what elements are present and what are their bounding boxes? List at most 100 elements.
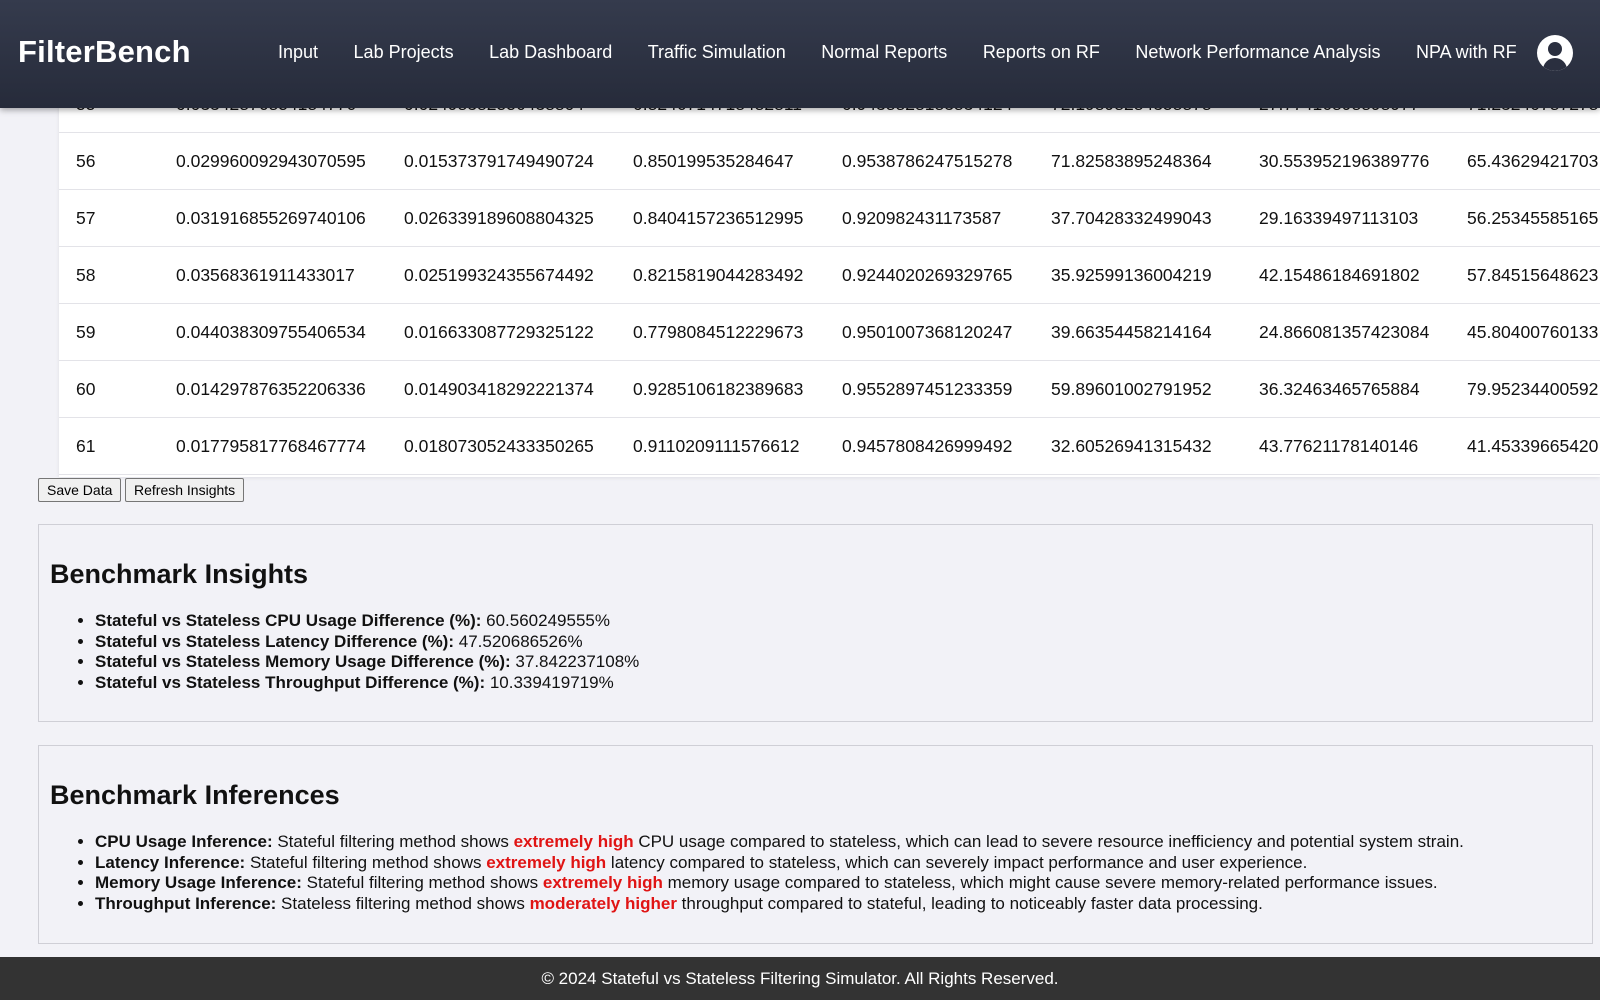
inference-item: CPU Usage Inference: Stateful filtering … bbox=[95, 832, 1464, 853]
inference-highlight: moderately higher bbox=[529, 893, 677, 913]
inference-label: Throughput Inference: bbox=[95, 893, 277, 913]
insight-value: 60.560249555% bbox=[481, 611, 610, 630]
table-row: 61 0.017795817768467774 0.01807305243335… bbox=[59, 418, 1600, 475]
table-cell: 0.9501007368120247 bbox=[842, 322, 1013, 342]
nav-item-network-performance-analysis[interactable]: Network Performance Analysis bbox=[1135, 42, 1380, 63]
table-cell: 0.025199324355674492 bbox=[404, 265, 594, 285]
inference-text: CPU usage compared to stateless, which c… bbox=[633, 832, 1464, 851]
insight-value: 10.339419719% bbox=[485, 672, 614, 692]
table-cell: 0.015373791749490724 bbox=[404, 151, 594, 171]
nav-item-lab-projects[interactable]: Lab Projects bbox=[354, 42, 454, 63]
inferences-list: CPU Usage Inference: Stateful filtering … bbox=[95, 832, 1464, 914]
user-circle-icon[interactable] bbox=[1537, 35, 1573, 71]
table-cell: 45.80400760133 bbox=[1467, 322, 1599, 342]
table-cell: 57.84515648623 bbox=[1467, 265, 1599, 285]
nav-links: Input Lab Projects Lab Dashboard Traffic… bbox=[278, 42, 1552, 63]
table-cell: 0.9110209111576612 bbox=[633, 436, 800, 456]
inferences-panel: Benchmark Inferences CPU Usage Inference… bbox=[38, 745, 1593, 944]
top-navbar: FilterBench Input Lab Projects Lab Dashb… bbox=[0, 0, 1600, 108]
nav-item-lab-dashboard[interactable]: Lab Dashboard bbox=[489, 42, 612, 63]
table-cell: 36.32463465765884 bbox=[1259, 379, 1420, 399]
table-cell: 42.15486184691802 bbox=[1259, 265, 1420, 285]
inference-item: Latency Inference: Stateful filtering me… bbox=[95, 853, 1464, 874]
insight-label: Stateful vs Stateless CPU Usage Differen… bbox=[95, 611, 482, 630]
inferences-title: Benchmark Inferences bbox=[50, 780, 340, 810]
table-row: 57 0.031916855269740106 0.02633918960880… bbox=[59, 190, 1600, 247]
table-cell: 59 bbox=[76, 322, 96, 342]
user-icon-head bbox=[1548, 42, 1562, 56]
inference-highlight: extremely high bbox=[542, 873, 663, 892]
table-cell: 41.45339665420 bbox=[1467, 436, 1599, 456]
insight-label: Stateful vs Stateless Latency Difference… bbox=[95, 631, 455, 651]
inference-item: Throughput Inference: Stateless filterin… bbox=[95, 894, 1464, 915]
table-cell: 0.016633087729325122 bbox=[404, 322, 594, 342]
table-row: 60 0.014297876352206336 0.01490341829222… bbox=[59, 361, 1600, 418]
table-cell: 0.03568361911433017 bbox=[176, 265, 355, 285]
table-cell: 61 bbox=[76, 436, 96, 456]
nav-item-normal-reports[interactable]: Normal Reports bbox=[821, 42, 947, 63]
nav-item-npa-with-rf[interactable]: NPA with RF bbox=[1416, 42, 1517, 63]
inference-text: Stateful filtering method shows bbox=[245, 852, 487, 872]
table-cell: 43.77621178140146 bbox=[1259, 436, 1419, 456]
table-row: 58 0.03568361911433017 0.025199324355674… bbox=[59, 247, 1600, 304]
insight-value: 47.520686526% bbox=[454, 631, 583, 651]
table-cell: 0.031916855269740106 bbox=[176, 208, 366, 228]
table-cell: 0.018073052433350265 bbox=[404, 436, 594, 456]
table-cell: 29.16339497113103 bbox=[1259, 208, 1419, 228]
inference-text: Stateful filtering method shows bbox=[272, 832, 514, 851]
table-row: 59 0.044038309755406534 0.01663308772932… bbox=[59, 304, 1600, 361]
table-cell: 30.553952196389776 bbox=[1259, 151, 1430, 171]
table-cell: 0.9285106182389683 bbox=[633, 379, 804, 399]
table-cell: 56.25345585165 bbox=[1467, 208, 1599, 228]
insights-panel: Benchmark Insights Stateful vs Stateless… bbox=[38, 524, 1593, 722]
table-cell: 71.82583895248364 bbox=[1051, 151, 1212, 171]
inference-label: Latency Inference: bbox=[95, 852, 246, 872]
insight-item: Stateful vs Stateless Memory Usage Diffe… bbox=[95, 652, 639, 673]
insight-value: 37.842237108% bbox=[510, 652, 640, 671]
inference-highlight: extremely high bbox=[486, 852, 607, 872]
refresh-insights-button[interactable]: Refresh Insights bbox=[125, 478, 245, 502]
brand-logo[interactable]: FilterBench bbox=[18, 34, 191, 70]
nav-item-input[interactable]: Input bbox=[278, 42, 318, 63]
insight-label: Stateful vs Stateless Memory Usage Diffe… bbox=[95, 652, 511, 671]
nav-item-reports-on-rf[interactable]: Reports on RF bbox=[983, 42, 1100, 63]
inference-text: memory usage compared to stateless, whic… bbox=[662, 873, 1438, 892]
table-cell: 0.8215819044283492 bbox=[633, 265, 804, 285]
inference-label: Memory Usage Inference: bbox=[95, 873, 302, 892]
insights-title: Benchmark Insights bbox=[50, 559, 309, 589]
user-icon-body bbox=[1543, 58, 1567, 71]
table-cell: 60 bbox=[76, 379, 96, 399]
inference-highlight: extremely high bbox=[513, 832, 634, 851]
table-cell: 0.9552897451233359 bbox=[842, 379, 1013, 399]
results-table: 55 0.03342876854184776 0.024983825564388… bbox=[59, 76, 1600, 477]
table-cell: 56 bbox=[76, 151, 96, 171]
table-cell: 24.866081357423084 bbox=[1259, 322, 1430, 342]
table-cell: 0.044038309755406534 bbox=[176, 322, 366, 342]
table-cell: 57 bbox=[76, 208, 96, 228]
table-cell: 37.70428332499043 bbox=[1051, 208, 1212, 228]
table-cell: 0.9457808426999492 bbox=[842, 436, 1013, 456]
save-data-button[interactable]: Save Data bbox=[38, 478, 122, 502]
table-cell: 0.9244020269329765 bbox=[842, 265, 1013, 285]
nav-item-traffic-simulation[interactable]: Traffic Simulation bbox=[648, 42, 786, 63]
table-cell: 0.9538786247515278 bbox=[842, 151, 1013, 171]
table-cell: 32.60526941315432 bbox=[1051, 436, 1212, 456]
table-cell: 58 bbox=[76, 265, 96, 285]
inference-text: throughput compared to stateful, leading… bbox=[676, 893, 1263, 913]
table-cell: 0.8404157236512995 bbox=[633, 208, 804, 228]
page-footer: © 2024 Stateful vs Stateless Filtering S… bbox=[0, 957, 1600, 1000]
table-cell: 35.92599136004219 bbox=[1051, 265, 1212, 285]
table-cell: 0.014903418292221374 bbox=[404, 379, 594, 399]
inference-label: CPU Usage Inference: bbox=[95, 832, 273, 851]
table-cell: 0.920982431173587 bbox=[842, 208, 1002, 228]
insight-item: Stateful vs Stateless Throughput Differe… bbox=[95, 673, 639, 694]
table-cell: 0.014297876352206336 bbox=[176, 379, 366, 399]
inference-text: latency compared to stateless, which can… bbox=[606, 852, 1308, 872]
inference-text: Stateless filtering method shows bbox=[276, 893, 530, 913]
table-cell: 0.7798084512229673 bbox=[633, 322, 804, 342]
table-cell: 0.026339189608804325 bbox=[404, 208, 594, 228]
table-cell: 59.89601002791952 bbox=[1051, 379, 1212, 399]
footer-copyright: © 2024 Stateful vs Stateless Filtering S… bbox=[541, 968, 1059, 988]
table-cell: 0.850199535284647 bbox=[633, 151, 794, 171]
insight-item: Stateful vs Stateless Latency Difference… bbox=[95, 632, 639, 653]
